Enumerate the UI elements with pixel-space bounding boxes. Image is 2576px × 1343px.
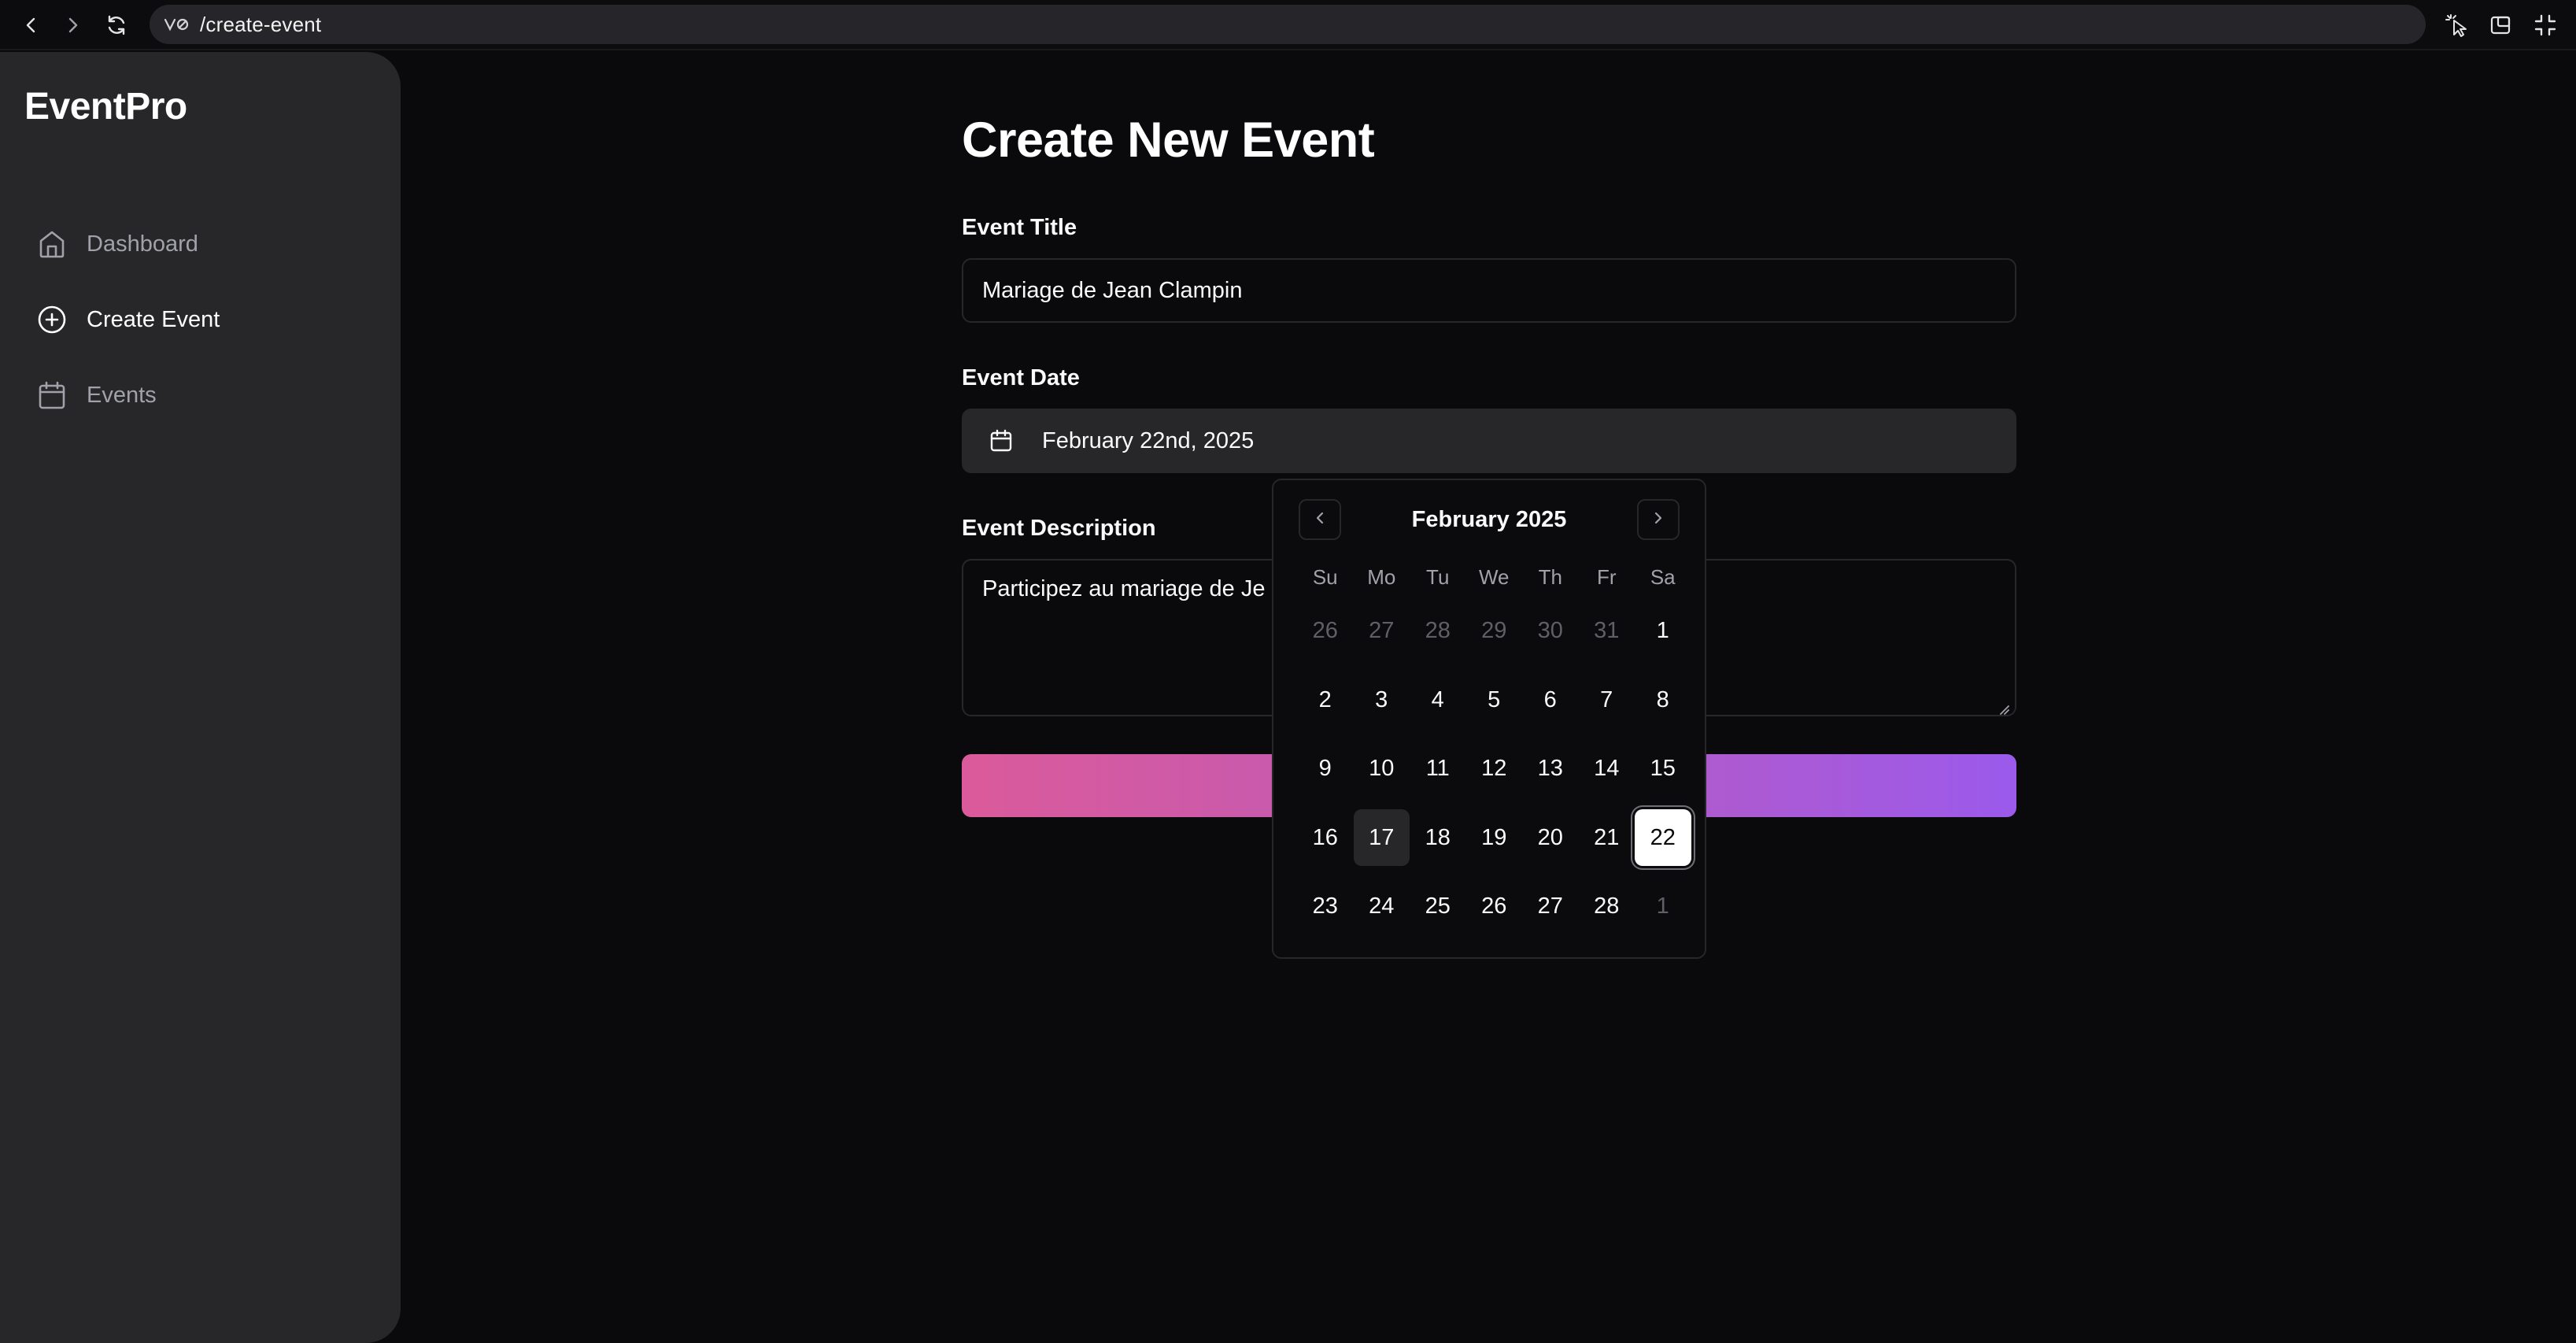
sidebar-item-dashboard[interactable]: Dashboard bbox=[35, 220, 365, 268]
exit-fullscreen-icon[interactable] bbox=[2528, 8, 2563, 43]
calendar-day[interactable]: 29 bbox=[1466, 603, 1523, 660]
calendar-day[interactable]: 4 bbox=[1410, 672, 1466, 728]
calendar-day[interactable]: 6 bbox=[1522, 672, 1579, 728]
calendar-day[interactable]: 7 bbox=[1579, 672, 1635, 728]
calendar-day[interactable]: 18 bbox=[1410, 809, 1466, 866]
calendar-week-row: 26 27 28 29 30 31 1 bbox=[1297, 597, 1691, 666]
sidebar-item-label: Create Event bbox=[87, 306, 220, 332]
next-month-button[interactable] bbox=[1637, 499, 1680, 540]
weekday-label: Tu bbox=[1426, 565, 1450, 589]
url-text: /create-event bbox=[200, 12, 322, 36]
page-title: Create New Event bbox=[962, 113, 1375, 168]
calendar-day[interactable]: 28 bbox=[1410, 603, 1466, 660]
resize-grip-icon[interactable] bbox=[1996, 696, 2010, 715]
calendar-day[interactable]: 11 bbox=[1410, 741, 1466, 797]
calendar-day-selected[interactable]: 22 bbox=[1635, 809, 1691, 867]
sidebar-item-label: Dashboard bbox=[87, 231, 198, 257]
plus-circle-icon bbox=[35, 302, 69, 337]
back-icon[interactable] bbox=[14, 8, 49, 43]
reload-icon[interactable] bbox=[99, 8, 134, 43]
calendar-day[interactable]: 23 bbox=[1297, 879, 1354, 935]
sidebar-item-label: Events bbox=[87, 382, 157, 408]
previous-month-button[interactable] bbox=[1299, 499, 1341, 540]
calendar-day[interactable]: 27 bbox=[1522, 879, 1579, 935]
calendar-grid: 26 27 28 29 30 31 1 2 3 4 5 6 7 8 9 10 11 12 13 14 15 16 17 18 1… bbox=[1297, 597, 1691, 942]
calendar-day[interactable]: 5 bbox=[1466, 672, 1523, 728]
calendar-day[interactable]: 26 bbox=[1466, 879, 1523, 935]
weekday-label: Fr bbox=[1596, 565, 1617, 589]
calendar-day[interactable]: 19 bbox=[1466, 809, 1523, 866]
calendar-day[interactable]: 26 bbox=[1297, 603, 1354, 660]
sidebar-item-events[interactable]: Events bbox=[35, 372, 365, 419]
calendar-day[interactable]: 15 bbox=[1635, 741, 1691, 797]
weekday-label: Su bbox=[1312, 565, 1338, 589]
browser-toolbar: /create-event bbox=[0, 0, 2576, 50]
calendar-week-row: 23 24 25 26 27 28 1 bbox=[1297, 872, 1691, 942]
calendar-weekday-header: Su Mo Tu We Th Fr Sa bbox=[1297, 565, 1691, 590]
chevron-right-icon bbox=[1650, 510, 1666, 530]
weekday-label: Th bbox=[1538, 565, 1562, 589]
calendar-day[interactable]: 12 bbox=[1466, 741, 1523, 797]
calendar-day[interactable]: 28 bbox=[1579, 879, 1635, 935]
sidebar: EventPro Dashboard Create Event Events bbox=[0, 52, 401, 1343]
picture-in-picture-icon[interactable] bbox=[2484, 8, 2519, 43]
event-description-value: Participez au mariage de Je bbox=[982, 576, 1266, 601]
address-bar[interactable]: /create-event bbox=[150, 5, 2426, 44]
forward-icon[interactable] bbox=[55, 8, 90, 43]
calendar-day[interactable]: 24 bbox=[1354, 879, 1410, 935]
calendar-day[interactable]: 1 bbox=[1635, 603, 1691, 660]
calendar-day[interactable]: 14 bbox=[1579, 741, 1635, 797]
calendar-day[interactable]: 16 bbox=[1297, 809, 1354, 866]
date-picker-popover: February 2025 Su Mo Tu We Th Fr Sa 26 27 28 29 30 3… bbox=[1272, 479, 1706, 959]
site-settings-icon[interactable] bbox=[164, 13, 192, 35]
calendar-icon bbox=[35, 378, 69, 413]
calendar-day[interactable]: 25 bbox=[1410, 879, 1466, 935]
calendar-day[interactable]: 2 bbox=[1297, 672, 1354, 728]
calendar-day[interactable]: 20 bbox=[1522, 809, 1579, 866]
weekday-label: Mo bbox=[1367, 565, 1396, 589]
event-title-label: Event Title bbox=[962, 215, 1077, 240]
home-icon bbox=[35, 227, 69, 261]
calendar-week-row: 2345678 bbox=[1297, 666, 1691, 735]
calendar-day[interactable]: 21 bbox=[1579, 809, 1635, 866]
chevron-left-icon bbox=[1312, 510, 1328, 530]
cursor-select-icon[interactable] bbox=[2440, 8, 2474, 43]
event-date-picker-button[interactable]: February 22nd, 2025 bbox=[962, 409, 2016, 473]
event-date-value: February 22nd, 2025 bbox=[1042, 427, 1255, 453]
calendar-day[interactable]: 10 bbox=[1354, 741, 1410, 797]
calendar-day[interactable]: 31 bbox=[1579, 603, 1635, 660]
calendar-week-row: 9 10 11 12 13 14 15 bbox=[1297, 734, 1691, 804]
sidebar-item-create-event[interactable]: Create Event bbox=[35, 296, 365, 343]
event-description-label: Event Description bbox=[962, 516, 1156, 541]
calendar-day-today[interactable]: 17 bbox=[1353, 809, 1410, 867]
weekday-label: Sa bbox=[1650, 565, 1676, 589]
brand-logo[interactable]: EventPro bbox=[24, 85, 187, 128]
calendar-week-row: 16 17 18 19 20 21 22 bbox=[1297, 804, 1691, 873]
calendar-header: February 2025 bbox=[1273, 499, 1705, 540]
event-title-input[interactable]: Mariage de Jean Clampin bbox=[962, 258, 2016, 323]
calendar-day[interactable]: 8 bbox=[1635, 672, 1691, 728]
calendar-day[interactable]: 27 bbox=[1354, 603, 1410, 660]
calendar-day[interactable]: 9 bbox=[1297, 741, 1354, 797]
weekday-label: We bbox=[1478, 565, 1510, 589]
calendar-day[interactable]: 13 bbox=[1522, 741, 1579, 797]
calendar-icon bbox=[987, 427, 1015, 455]
calendar-day[interactable]: 30 bbox=[1522, 603, 1579, 660]
event-date-label: Event Date bbox=[962, 365, 1080, 390]
calendar-day[interactable]: 1 bbox=[1635, 879, 1691, 935]
calendar-day[interactable]: 3 bbox=[1354, 672, 1410, 728]
